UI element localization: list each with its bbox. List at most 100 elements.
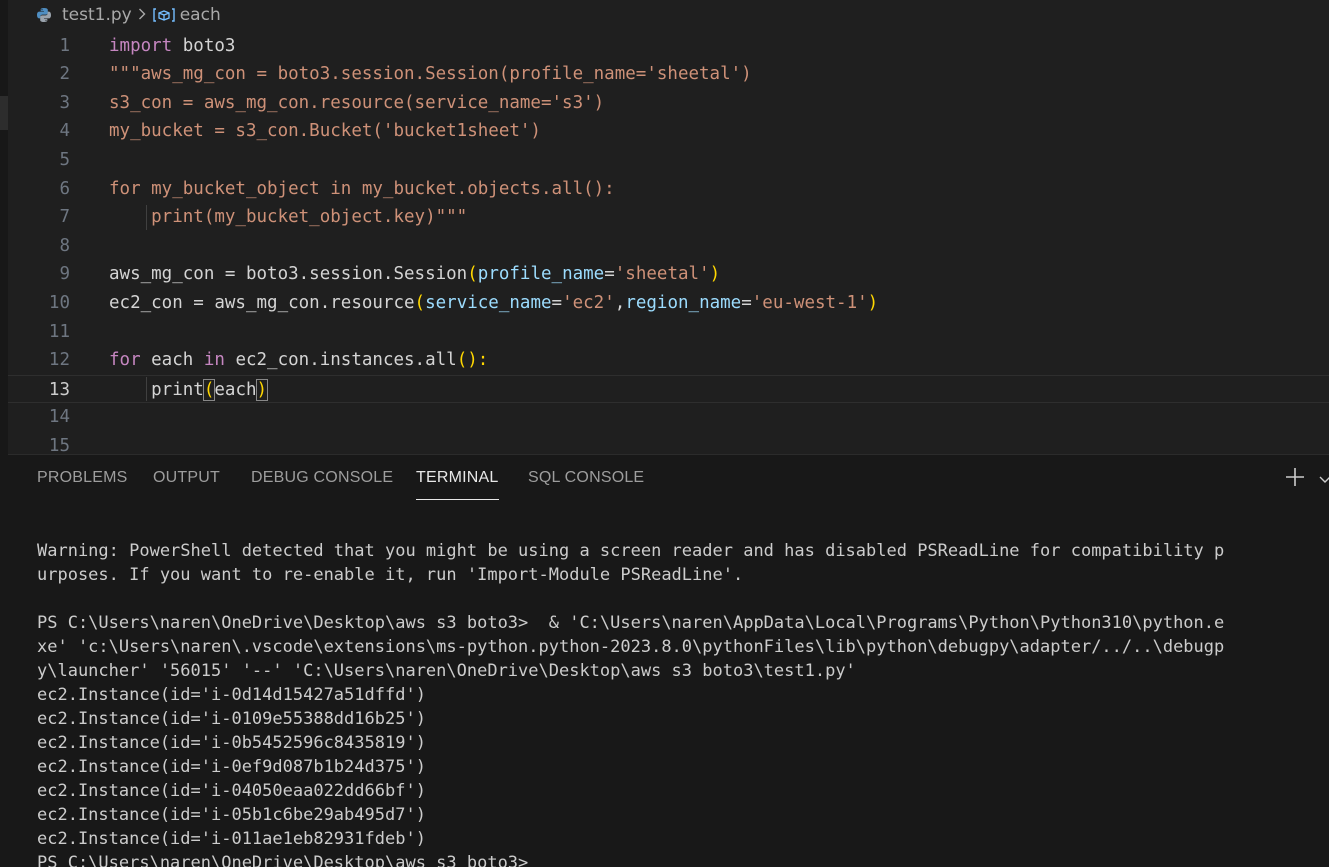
code-token: ) <box>255 378 269 401</box>
indent-guide <box>146 205 147 230</box>
code-line[interactable]: 4 my_bucket = s3_con.Bucket('bucket1sheet… <box>8 117 1329 146</box>
code-token: ) <box>867 292 879 313</box>
tab-problems[interactable]: PROBLEMS <box>37 469 128 499</box>
line-number: 7 <box>59 207 70 228</box>
chevron-right-icon <box>138 6 146 24</box>
activity-bar-marker <box>0 96 8 130</box>
code-token: print <box>109 379 204 400</box>
code-token: for <box>109 350 141 371</box>
code-token: boto3 <box>172 35 236 56</box>
code-token: in <box>203 350 225 371</box>
code-text[interactable]: print(each) <box>109 376 269 405</box>
code-token: ec2_con = aws_mg_con.resource <box>109 292 415 313</box>
line-number: 11 <box>48 321 70 342</box>
code-token: print(my_bucket_object.key)""" <box>109 207 468 228</box>
code-token: s3_con = aws_mg_con.resource(service_nam… <box>109 92 605 113</box>
tab-terminal[interactable]: TERMINAL <box>416 469 499 500</box>
code-token: ) <box>709 264 721 285</box>
code-token: """aws_mg_con = boto3.session.Session(pr… <box>109 64 752 85</box>
code-line[interactable]: 13 print(each) <box>8 374 1329 405</box>
code-line[interactable]: 9 aws_mg_con = boto3.session.Session(prof… <box>8 260 1329 289</box>
line-number: 9 <box>59 264 70 285</box>
terminal-line: ec2.Instance(id='i-0d14d15427a51dffd') <box>37 685 426 705</box>
terminal-line: Warning: PowerShell detected that you mi… <box>37 541 1225 561</box>
line-number: 2 <box>59 64 70 85</box>
line-number: 1 <box>59 35 70 56</box>
code-token: profile_name <box>477 264 605 285</box>
tab-sql-console[interactable]: SQL CONSOLE <box>528 469 644 499</box>
line-number: 10 <box>48 292 70 313</box>
code-text[interactable]: for each in ec2_con.instances.all(): <box>109 346 488 375</box>
code-line[interactable]: 12 for each in ec2_con.instances.all(): <box>8 346 1329 375</box>
code-token: region_name <box>625 292 742 313</box>
line-number: 6 <box>59 178 70 199</box>
code-token: (): <box>456 350 489 371</box>
code-token: ( <box>467 264 478 285</box>
line-number: 8 <box>59 235 70 256</box>
code-text[interactable]: import boto3 <box>109 32 235 61</box>
code-token: , <box>614 292 626 313</box>
code-token: ( <box>414 292 426 313</box>
code-line[interactable]: 1 import boto3 <box>8 32 1329 61</box>
breadcrumb-file[interactable]: test1.py <box>62 5 132 25</box>
activity-bar-strip <box>0 0 8 867</box>
terminal-line: ec2.Instance(id='i-0ef9d087b1b24d375') <box>37 757 426 777</box>
terminal-line: urposes. If you want to re-enable it, ru… <box>37 565 744 585</box>
code-editor[interactable]: test1.py each 1 import boto3 2 """aws_mg_co… <box>8 0 1329 454</box>
code-token: 'eu-west-1' <box>751 292 868 313</box>
line-number: 13 <box>48 379 70 400</box>
line-number: 5 <box>59 149 70 170</box>
code-line[interactable]: 2 """aws_mg_con = boto3.session.Session(p… <box>8 60 1329 89</box>
code-text[interactable]: my_bucket = s3_con.Bucket('bucket1sheet'… <box>109 117 541 146</box>
breadcrumb: test1.py each <box>36 4 221 26</box>
terminal-line: ec2.Instance(id='i-05b1c6be29ab495d7') <box>37 805 426 825</box>
terminal-line: ec2.Instance(id='i-0b5452596c8435819') <box>37 733 426 753</box>
bottom-panel: PROBLEMS OUTPUT DEBUG CONSOLE TERMINAL S… <box>8 454 1329 867</box>
plus-icon[interactable] <box>1283 465 1307 489</box>
code-line[interactable]: 15 <box>8 432 1329 454</box>
code-line[interactable]: 10 ec2_con = aws_mg_con.resource(service_… <box>8 289 1329 318</box>
code-text[interactable]: s3_con = aws_mg_con.resource(service_nam… <box>109 89 604 118</box>
code-token: aws_mg_con = boto3.session.Session <box>109 264 468 285</box>
line-number: 3 <box>59 92 70 113</box>
code-token: = <box>604 264 615 285</box>
variable-symbol-icon <box>152 7 176 23</box>
terminal-output[interactable]: Warning: PowerShell detected that you mi… <box>37 539 1322 867</box>
python-icon <box>36 7 52 23</box>
terminal-line: ec2.Instance(id='i-011ae1eb82931fdeb') <box>37 829 426 849</box>
code-line[interactable]: 8 <box>8 232 1329 261</box>
code-token: each <box>214 379 257 400</box>
chevron-down-icon[interactable] <box>1319 471 1329 483</box>
code-text[interactable]: aws_mg_con = boto3.session.Session(profi… <box>109 260 720 289</box>
tab-output[interactable]: OUTPUT <box>153 469 220 499</box>
terminal-line: ec2.Instance(id='i-04050eaa022dd66bf') <box>37 781 426 801</box>
code-text[interactable]: ec2_con = aws_mg_con.resource(service_na… <box>109 289 878 318</box>
line-number: 4 <box>59 121 70 142</box>
code-token: ec2_con.instances.all <box>224 350 457 371</box>
terminal-line: PS C:\Users\naren\OneDrive\Desktop\aws s… <box>37 853 529 867</box>
code-text[interactable]: """aws_mg_con = boto3.session.Session(pr… <box>109 60 752 89</box>
code-token: each <box>140 350 204 371</box>
code-line[interactable]: 7 print(my_bucket_object.key)""" <box>8 203 1329 232</box>
code-line[interactable]: 5 <box>8 146 1329 175</box>
code-token: ( <box>202 378 216 401</box>
terminal-line: ec2.Instance(id='i-0109e55388dd16b25') <box>37 709 426 729</box>
tab-debug-console[interactable]: DEBUG CONSOLE <box>251 469 393 499</box>
panel-tab-bar: PROBLEMS OUTPUT DEBUG CONSOLE TERMINAL S… <box>8 455 1329 503</box>
indent-guide <box>146 376 147 402</box>
code-token: = <box>741 292 752 313</box>
terminal-line: xe' 'c:\Users\naren\.vscode\extensions\m… <box>37 637 1225 657</box>
terminal-line: y\launcher' '56015' '--' 'C:\Users\naren… <box>37 661 856 681</box>
code-token: import <box>109 35 173 56</box>
code-token: my_bucket = s3_con.Bucket('bucket1sheet'… <box>109 121 541 142</box>
code-line[interactable]: 11 <box>8 318 1329 347</box>
code-line[interactable]: 3 s3_con = aws_mg_con.resource(service_na… <box>8 89 1329 118</box>
line-number: 15 <box>48 435 70 454</box>
terminal-line: PS C:\Users\naren\OneDrive\Desktop\aws s… <box>37 613 1225 633</box>
code-text[interactable]: for my_bucket_object in my_bucket.object… <box>109 175 615 204</box>
breadcrumb-symbol[interactable]: each <box>180 5 221 25</box>
code-text[interactable]: print(my_bucket_object.key)""" <box>109 203 467 232</box>
code-line[interactable]: 6 for my_bucket_object in my_bucket.objec… <box>8 175 1329 204</box>
code-line[interactable]: 14 <box>8 403 1329 432</box>
